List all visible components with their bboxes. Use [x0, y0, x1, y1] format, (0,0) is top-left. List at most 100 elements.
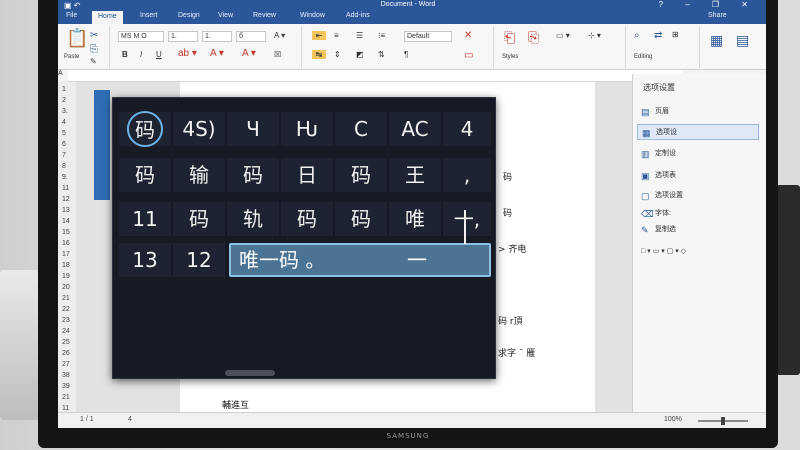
indent-icon[interactable]: ↹	[312, 50, 326, 59]
ribbon-tabs: File Home Insert Design View Review Wind…	[58, 10, 766, 24]
pane-item[interactable]: ▥ 定制设	[637, 146, 759, 162]
select-icon[interactable]: ⊞	[672, 30, 679, 39]
tab-home[interactable]: Home	[92, 11, 123, 24]
paste-icon[interactable]: 📋	[66, 28, 88, 49]
editing-label: Editing	[634, 54, 653, 60]
addin-icon[interactable]: ▦	[710, 32, 723, 49]
align-center-icon[interactable]: ≡	[334, 31, 339, 40]
ime-candidate[interactable]: 11	[119, 202, 171, 236]
format-painter-icon[interactable]: ✎	[90, 57, 97, 66]
tab-view[interactable]: View	[218, 12, 233, 19]
pane-item-selected[interactable]: ▦ 选项设	[637, 124, 759, 140]
ime-candidate[interactable]: AC	[389, 112, 441, 146]
ime-candidate[interactable]: 日	[281, 158, 333, 192]
zoom-level[interactable]: 100%	[664, 416, 682, 423]
quick-access-toolbar[interactable]: ▣ ↶	[64, 1, 80, 10]
pane-item[interactable]: ▣ 选项表	[637, 168, 759, 184]
tab-review[interactable]: Review	[253, 12, 276, 19]
align-left-icon[interactable]: ⇤	[312, 31, 326, 40]
style-dropdown-2[interactable]: ⊹ ▾	[588, 31, 601, 40]
font-size-dropdown[interactable]: 1.	[168, 31, 198, 42]
ime-candidate[interactable]: 王	[389, 158, 441, 192]
highlight-icon[interactable]: ab ▾	[178, 48, 197, 59]
ime-candidate[interactable]: 唯	[389, 202, 441, 236]
pane-item-label: 页眉	[655, 108, 669, 115]
paste-label[interactable]: Paste	[64, 54, 79, 60]
style-dropdown[interactable]: Default	[404, 31, 452, 42]
italic-button[interactable]: I	[140, 50, 142, 59]
tab-design[interactable]: Design	[178, 12, 200, 19]
shading-icon[interactable]: ◩	[356, 50, 364, 59]
ime-candidate[interactable]: 码	[335, 202, 387, 236]
tab-insert[interactable]: Insert	[140, 12, 158, 19]
ime-candidate[interactable]: 4S)	[173, 112, 225, 146]
pane-item[interactable]: ✎ 复制选	[637, 222, 759, 238]
bold-button[interactable]: B	[122, 50, 128, 59]
sort-icon[interactable]: ⇅	[378, 50, 385, 59]
shrink-font-dropdown[interactable]: б	[236, 31, 266, 42]
bullets-icon[interactable]: ☰	[356, 31, 363, 40]
pane-item[interactable]: ▢ 选项设置	[637, 188, 759, 204]
numbering-icon[interactable]: ⁝≡	[378, 31, 385, 40]
window-controls[interactable]: ? – ❐ ✕	[659, 0, 758, 9]
ime-candidate[interactable]: 4	[443, 112, 491, 146]
zoom-thumb[interactable]	[721, 417, 725, 425]
pane-item-label: 选项表	[655, 172, 676, 179]
replace-icon[interactable]: ⇄	[654, 30, 662, 41]
ime-candidate[interactable]: 码	[335, 158, 387, 192]
ime-candidate[interactable]: 输	[173, 158, 225, 192]
ime-candidate[interactable]: 轨	[227, 202, 279, 236]
ime-candidate[interactable]: 码	[281, 202, 333, 236]
ime-composition-tail: 一	[407, 248, 427, 272]
line-number: 11	[62, 185, 70, 192]
status-page[interactable]: 1 / 1	[80, 416, 94, 423]
font-color-icon[interactable]: A ▾	[242, 48, 256, 59]
task-pane: 选项设置 ▤ 页眉 ▦ 选项设 ▥ 定制设 ▣ 选项表 ▢ 选项设置 ⌫ 字体:…	[632, 74, 766, 428]
ime-candidate[interactable]: 码	[173, 202, 225, 236]
clear-format-icon[interactable]: ☒	[274, 50, 281, 59]
underline-button[interactable]: U	[156, 50, 162, 59]
addin-icon-2[interactable]: ▤	[736, 32, 749, 49]
close-icon[interactable]: ✕	[464, 30, 472, 41]
status-bar: 1 / 1 4 100%	[58, 412, 766, 428]
line-number: 19	[62, 273, 70, 280]
ime-candidate[interactable]: 码	[119, 111, 171, 147]
ruler-corner: A	[58, 70, 63, 77]
line-number: 38	[62, 372, 70, 379]
line-spacing-icon[interactable]: ⇕	[334, 50, 341, 59]
style-dropdown-1[interactable]: ▭ ▾	[556, 31, 570, 40]
show-marks-icon[interactable]: ¶	[404, 50, 408, 59]
pane-tool-row[interactable]: □ ▾ ▭ ▾ ▢ ▾ ◇	[637, 244, 759, 260]
style-gallery-icon[interactable]: ⎗	[504, 29, 515, 46]
tab-addins[interactable]: Add-ins	[346, 12, 370, 19]
style-gallery-icon-2[interactable]: ⎘	[528, 29, 539, 46]
find-icon[interactable]: ⌕	[634, 30, 640, 41]
ime-scrollbar[interactable]	[225, 370, 275, 376]
ime-candidate[interactable]: C	[335, 112, 387, 146]
ime-candidate[interactable]: 13	[119, 243, 171, 277]
ime-candidate[interactable]: 码	[119, 158, 171, 192]
ime-candidate[interactable]: Ч	[227, 112, 279, 146]
text-effect-icon[interactable]: A ▾	[210, 48, 224, 59]
share-button[interactable]: Share	[708, 12, 727, 19]
ime-composition-box[interactable]: 唯一码 。 一	[229, 243, 491, 277]
status-words[interactable]: 4	[128, 416, 132, 423]
horizontal-ruler[interactable]	[68, 70, 683, 82]
copy-icon[interactable]: ⎘	[90, 44, 98, 55]
font-name-dropdown[interactable]: MS M O	[118, 31, 164, 42]
zoom-slider[interactable]	[698, 417, 748, 425]
tab-file[interactable]: File	[66, 12, 77, 19]
border-icon[interactable]: ▭	[464, 50, 473, 61]
grow-font-dropdown[interactable]: 1.	[202, 31, 232, 42]
tab-window[interactable]: Window	[300, 12, 325, 19]
ime-candidate[interactable]: 码	[227, 158, 279, 192]
pane-item[interactable]: ▤ 页眉	[637, 104, 759, 120]
ime-candidate[interactable]: ,	[443, 158, 491, 192]
pane-item-icon: ▦	[642, 128, 651, 138]
ime-candidate[interactable]: 一,	[443, 202, 491, 236]
pane-item[interactable]: ⌫ 字体:	[637, 206, 759, 222]
cut-icon[interactable]: ✂	[90, 30, 98, 41]
ime-candidate[interactable]: Ƕ	[281, 112, 333, 146]
ime-candidate[interactable]: 12	[173, 243, 225, 277]
font-color-a-icon[interactable]: A ▾	[274, 31, 285, 40]
